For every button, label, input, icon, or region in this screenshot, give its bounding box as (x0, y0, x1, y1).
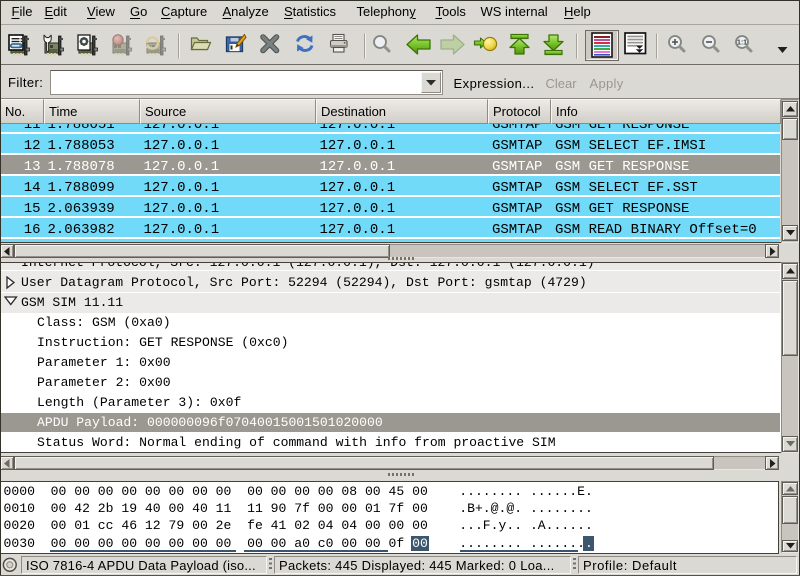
svg-text:1:1: 1:1 (737, 40, 747, 47)
